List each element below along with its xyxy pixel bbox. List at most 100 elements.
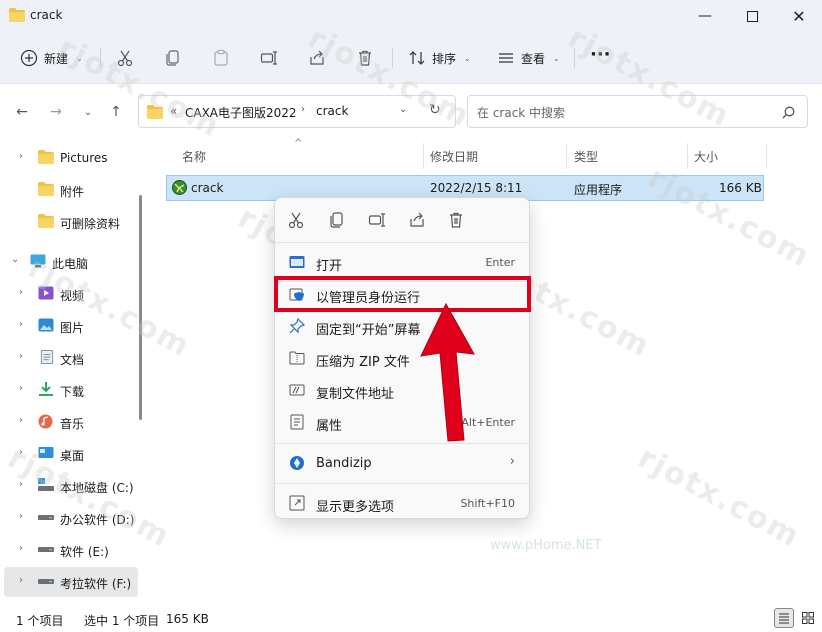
chevron-right-icon[interactable]: › — [19, 151, 23, 162]
divider — [766, 143, 767, 169]
maximize-button[interactable] — [729, 0, 775, 32]
details-view-button[interactable] — [774, 608, 794, 628]
paste-button[interactable] — [212, 46, 230, 70]
refresh-icon[interactable]: ↻ — [429, 102, 441, 118]
ctx-share-button[interactable] — [405, 208, 429, 232]
sort-label: 排序 — [432, 51, 457, 66]
sidebar-item-drive-d[interactable]: › 办公软件 (D:) — [0, 503, 138, 533]
menu-item-copy-path[interactable]: 复制文件地址 — [279, 375, 525, 405]
sidebar-item-drive-c[interactable]: › 本地磁盘 (C:) — [0, 471, 138, 501]
rename-button[interactable] — [260, 46, 278, 70]
sidebar-item-images[interactable]: › 图片 — [0, 311, 138, 341]
file-name: crack — [191, 181, 224, 195]
drive-icon — [38, 579, 54, 584]
file-type: 应用程序 — [574, 183, 623, 197]
sidebar-item-label: 下载 — [60, 385, 85, 399]
breadcrumb-segment[interactable]: crack — [316, 104, 348, 118]
menu-item-compress-zip[interactable]: 压缩为 ZIP 文件 — [279, 343, 525, 373]
cut-button[interactable] — [116, 46, 134, 70]
view-label: 查看 — [521, 51, 546, 66]
sidebar-item-label: 音乐 — [60, 417, 85, 431]
chevron-right-icon[interactable]: › — [19, 415, 23, 426]
path-overflow[interactable]: « — [170, 104, 177, 118]
divider — [275, 443, 529, 444]
sidebar-item-deletable[interactable]: 可删除资料 — [0, 207, 138, 237]
navigation-pane: › Pictures 附件 可删除资料 ⌄ 此电脑 › 视频 › 图片 › 文档… — [0, 140, 148, 600]
breadcrumb-segment[interactable]: CAXA电子图版2022 — [185, 104, 297, 121]
chevron-right-icon[interactable]: › — [19, 575, 23, 586]
sidebar-scrollbar[interactable] — [139, 195, 142, 420]
column-header-size[interactable]: 大小 — [694, 148, 718, 165]
sidebar-item-label: 软件 (E:) — [60, 545, 109, 559]
chevron-right-icon[interactable]: › — [19, 447, 23, 458]
forward-button[interactable]: → — [46, 102, 66, 122]
delete-button[interactable] — [356, 46, 374, 70]
chevron-down-icon[interactable]: ⌄ — [399, 104, 407, 115]
folder-icon — [38, 214, 54, 228]
search-input[interactable]: 在 crack 中搜索 — [467, 95, 808, 128]
chevron-down-icon[interactable]: ⌄ — [11, 254, 19, 265]
chevron-right-icon[interactable]: › — [19, 383, 23, 394]
ctx-delete-button[interactable] — [444, 208, 468, 232]
sidebar-item-label: 视频 — [60, 289, 85, 303]
chevron-right-icon[interactable]: › — [19, 479, 23, 490]
arrow-up-icon: ↑ — [110, 104, 122, 120]
chevron-right-icon[interactable]: › — [19, 511, 23, 522]
chevron-right-icon[interactable]: › — [19, 287, 23, 298]
menu-item-show-more[interactable]: 显示更多选项 Shift+F10 — [279, 488, 525, 518]
tiles-view-icon — [802, 612, 814, 624]
tiles-view-button[interactable] — [798, 608, 818, 628]
sidebar-item-videos[interactable]: › 视频 — [0, 279, 138, 309]
zip-icon — [289, 351, 305, 365]
sidebar-item-label: 本地磁盘 (C:) — [60, 481, 134, 495]
ctx-cut-button[interactable] — [284, 208, 308, 232]
sidebar-item-drive-e[interactable]: › 软件 (E:) — [0, 535, 138, 565]
up-button[interactable]: ↑ — [106, 102, 126, 122]
drive-icon — [38, 478, 54, 491]
chevron-right-icon[interactable]: › — [19, 319, 23, 330]
menu-item-bandizip[interactable]: Bandizip › — [279, 448, 525, 478]
menu-item-properties[interactable]: 属性 Alt+Enter — [279, 407, 525, 437]
sidebar-item-music[interactable]: › 音乐 — [0, 407, 138, 437]
recent-button[interactable]: ⌄ — [78, 102, 98, 122]
menu-item-label: Bandizip — [316, 456, 372, 471]
column-header-name[interactable]: 名称 — [182, 148, 206, 165]
more-button[interactable]: ··· — [590, 42, 611, 66]
chevron-right-icon[interactable]: › — [19, 351, 23, 362]
close-button[interactable]: ✕ — [776, 0, 822, 32]
copy-icon — [166, 50, 179, 66]
open-icon — [289, 256, 305, 268]
ctx-copy-button[interactable] — [325, 208, 349, 232]
sidebar-item-this-pc[interactable]: ⌄ 此电脑 — [0, 247, 138, 277]
download-icon — [39, 382, 53, 396]
copy-path-icon — [289, 384, 305, 396]
sidebar-item-documents[interactable]: › 文档 — [0, 343, 138, 373]
minimize-button[interactable]: — — [682, 0, 728, 32]
ctx-rename-button[interactable] — [365, 208, 389, 232]
sidebar-item-pictures[interactable]: › Pictures — [0, 143, 138, 173]
scissors-icon — [117, 50, 133, 67]
sidebar-item-desktop[interactable]: › 桌面 — [0, 439, 138, 469]
share-button[interactable] — [308, 46, 326, 70]
copy-button[interactable] — [164, 46, 182, 70]
menu-item-label: 压缩为 ZIP 文件 — [316, 355, 410, 370]
new-button[interactable]: 新建 ⌄ — [20, 46, 83, 70]
column-header-type[interactable]: 类型 — [574, 148, 598, 165]
view-button[interactable]: 查看 ⌄ — [497, 46, 560, 70]
menu-item-label: 复制文件地址 — [316, 387, 395, 402]
column-header-modified[interactable]: 修改日期 — [430, 148, 478, 165]
sidebar-item-downloads[interactable]: › 下载 — [0, 375, 138, 405]
menu-item-pin-start[interactable]: 固定到“开始”屏幕 — [279, 311, 525, 341]
more-options-icon — [289, 495, 305, 511]
back-button[interactable]: ← — [12, 102, 32, 122]
sidebar-item-label: Pictures — [60, 151, 108, 165]
chevron-right-icon[interactable]: › — [19, 543, 23, 554]
sort-icon — [409, 51, 425, 65]
menu-item-label: 属性 — [316, 419, 343, 434]
sort-button[interactable]: 排序 ⌄ — [408, 46, 471, 70]
annotation-highlight-box — [274, 276, 531, 312]
menu-item-open[interactable]: 打开 Enter — [279, 247, 525, 277]
sidebar-item-drive-f[interactable]: › 考拉软件 (F:) — [4, 567, 138, 597]
address-bar[interactable]: « CAXA电子图版2022 › crack ⌄ ↻ — [138, 95, 456, 128]
sidebar-item-attachments[interactable]: 附件 — [0, 175, 138, 205]
